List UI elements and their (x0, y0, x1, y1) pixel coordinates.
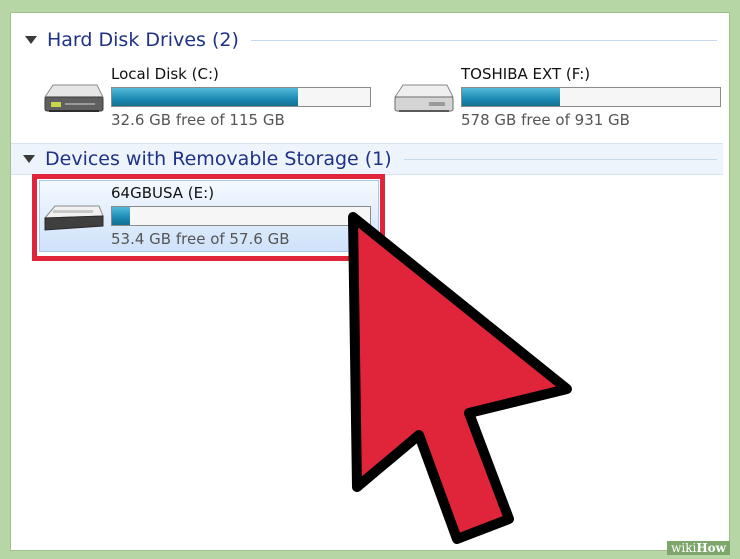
hard-drive-icon (44, 84, 104, 112)
usage-bar (461, 87, 721, 107)
group-divider (403, 158, 717, 160)
collapse-triangle-icon[interactable] (23, 155, 35, 163)
free-space-text: 578 GB free of 931 GB (461, 111, 630, 129)
drive-name: Local Disk (C:) (111, 65, 219, 83)
group-header-hard-disk-drives[interactable]: Hard Disk Drives (2) (11, 25, 723, 55)
group-title: Hard Disk Drives (2) (47, 29, 239, 51)
usage-bar-fill (462, 88, 561, 106)
free-space-text: 32.6 GB free of 115 GB (111, 111, 285, 129)
red-highlight-box (32, 174, 385, 261)
collapse-triangle-icon[interactable] (25, 36, 37, 44)
usage-bar-fill (112, 88, 298, 106)
usage-bar (111, 87, 371, 107)
group-title: Devices with Removable Storage (1) (45, 148, 392, 170)
mouse-pointer-icon (348, 212, 572, 544)
drive-name: TOSHIBA EXT (F:) (461, 65, 591, 83)
hard-drive-icon (394, 84, 454, 112)
wikihow-watermark: wikiHow (667, 541, 730, 555)
group-divider (250, 39, 717, 41)
explorer-window: Hard Disk Drives (2) Local Disk (C:) 32.… (10, 12, 730, 551)
group-header-removable-storage[interactable]: Devices with Removable Storage (1) (11, 143, 723, 175)
drive-local-disk-c[interactable]: Local Disk (C:) 32.6 GB free of 115 GB (39, 65, 379, 129)
watermark-prefix: wiki (671, 541, 697, 555)
drive-toshiba-ext-f[interactable]: TOSHIBA EXT (F:) 578 GB free of 931 GB (389, 65, 729, 129)
watermark-suffix: How (696, 541, 726, 555)
